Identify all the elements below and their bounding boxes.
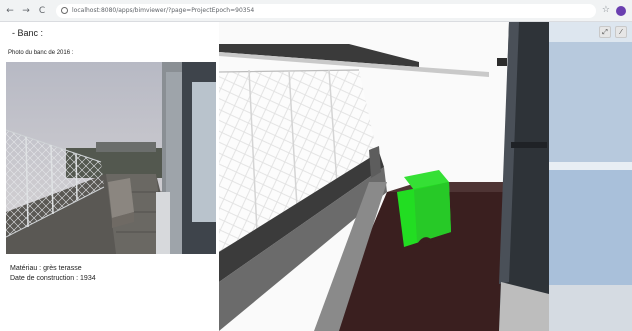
bench-photo: [6, 62, 216, 254]
bookmark-star-icon[interactable]: ☆: [602, 5, 610, 15]
3d-viewer[interactable]: ⤢ ⁄: [219, 22, 632, 331]
address-bar[interactable]: localhost:8080/apps/bimviewer/?page=Proj…: [56, 3, 596, 18]
reload-icon[interactable]: C: [36, 5, 48, 17]
edit-icon[interactable]: ⁄: [615, 26, 627, 38]
back-icon[interactable]: ←: [4, 5, 16, 17]
construction-date-text: Date de construction : 1934: [10, 275, 96, 282]
material-text: Matériau : grès terasse: [10, 265, 82, 272]
photo-caption: Photo du banc de 2016 :: [8, 50, 74, 56]
url-text: localhost:8080/apps/bimviewer/?page=Proj…: [72, 7, 255, 14]
profile-avatar[interactable]: [616, 6, 626, 16]
info-panel: - Banc : Photo du banc de 2016 : Matéria…: [0, 22, 219, 331]
panel-title: - Banc :: [12, 28, 44, 38]
expand-icon[interactable]: ⤢: [599, 26, 611, 38]
info-icon[interactable]: [61, 7, 68, 14]
browser-toolbar: ← → C localhost:8080/apps/bimviewer/?pag…: [0, 0, 632, 22]
forward-icon[interactable]: →: [20, 5, 32, 17]
